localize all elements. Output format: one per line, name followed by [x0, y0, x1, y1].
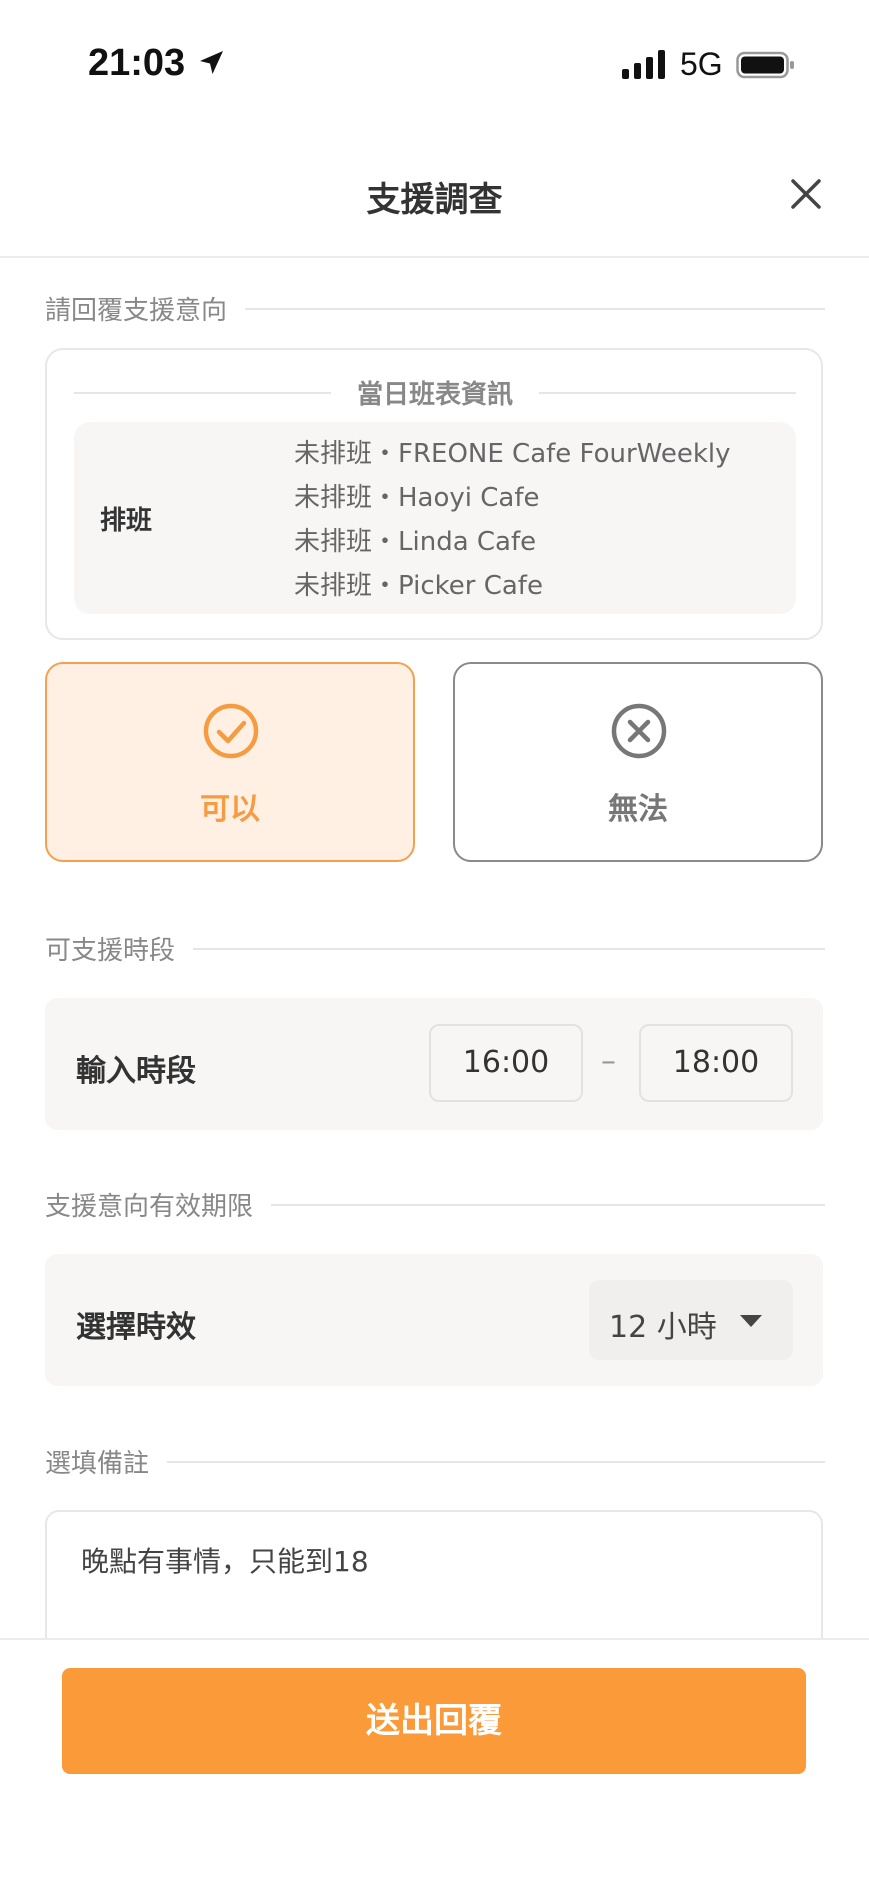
- schedule-item: 未排班・Picker Cafe: [294, 571, 543, 601]
- section-title-note: 選填備註: [45, 1443, 825, 1480]
- section-title-validity: 支援意向有效期限: [45, 1186, 825, 1223]
- divider: [539, 391, 797, 394]
- schedule-item: 未排班・Haoyi Cafe: [294, 483, 540, 513]
- schedule-item: 未排班・FREONE Cafe FourWeekly: [294, 439, 731, 469]
- caret-down-icon: [740, 1315, 762, 1327]
- schedule-label: 排班: [100, 506, 153, 536]
- schedule-heading-text: 當日班表資訊: [357, 380, 514, 410]
- validity-panel: 選擇時效 12 小時: [45, 1254, 823, 1386]
- can-support-option[interactable]: 可以: [45, 662, 415, 862]
- modal-header: 支援調查: [0, 128, 869, 258]
- divider: [167, 1460, 825, 1463]
- page-title: 支援調查: [366, 180, 503, 220]
- note-text: 晚點有事情，只能到18: [81, 1545, 369, 1578]
- section-title-validity-text: 支援意向有效期限: [45, 1192, 254, 1222]
- time-range-label: 輸入時段: [76, 1054, 196, 1089]
- validity-select[interactable]: 12 小時: [589, 1280, 793, 1360]
- schedule-item: 未排班・Linda Cafe: [294, 527, 537, 557]
- cannot-support-label: 無法: [608, 792, 668, 827]
- close-icon[interactable]: [786, 174, 826, 214]
- time-separator: –: [601, 1044, 616, 1079]
- signal-icon: [622, 50, 665, 79]
- divider: [245, 307, 825, 310]
- schedule-heading: 當日班表資訊: [74, 374, 797, 411]
- divider: [193, 947, 825, 950]
- section-title-note-text: 選填備註: [45, 1449, 150, 1479]
- network-type: 5G: [680, 46, 723, 82]
- section-title-intent: 請回覆支援意向: [45, 290, 825, 327]
- schedule-list: 未排班・FREONE Cafe FourWeekly 未排班・Haoyi Caf…: [294, 432, 731, 608]
- status-bar: 21:03 5G: [0, 0, 869, 128]
- check-circle-icon: [203, 703, 259, 759]
- bottom-action-bar: 送出回覆: [0, 1638, 869, 1886]
- x-circle-icon: [611, 703, 667, 759]
- submit-button[interactable]: 送出回覆: [62, 1668, 806, 1774]
- section-title-intent-text: 請回覆支援意向: [45, 296, 228, 326]
- section-title-time-range-text: 可支援時段: [45, 936, 176, 966]
- location-arrow-icon: [200, 51, 223, 74]
- schedule-info-box: 排班 未排班・FREONE Cafe FourWeekly 未排班・Haoyi …: [74, 422, 796, 614]
- divider: [74, 391, 331, 394]
- validity-select-value: 12 小時: [609, 1310, 717, 1345]
- section-title-time-range: 可支援時段: [45, 930, 825, 967]
- validity-label: 選擇時效: [76, 1310, 196, 1345]
- time-range-panel: 輸入時段 16:00 – 18:00: [45, 998, 823, 1130]
- end-time-input[interactable]: 18:00: [639, 1024, 793, 1102]
- start-time-input[interactable]: 16:00: [429, 1024, 583, 1102]
- battery-icon: [736, 51, 794, 79]
- divider: [271, 1203, 825, 1206]
- status-time: 21:03: [88, 42, 186, 84]
- can-support-label: 可以: [200, 792, 260, 827]
- schedule-card: 當日班表資訊 排班 未排班・FREONE Cafe FourWeekly 未排班…: [45, 348, 823, 640]
- cannot-support-option[interactable]: 無法: [453, 662, 823, 862]
